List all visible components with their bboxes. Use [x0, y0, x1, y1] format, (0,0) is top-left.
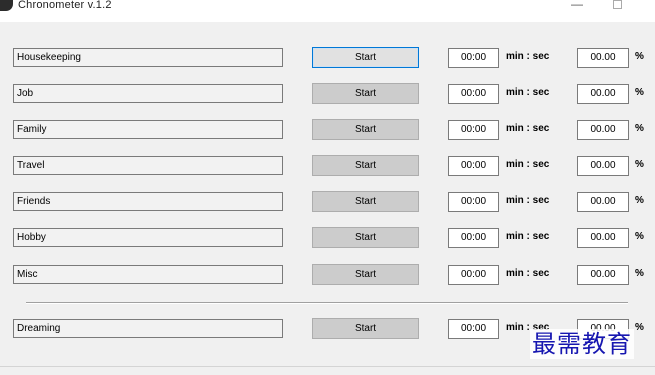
percent-display[interactable]: 00.00	[577, 120, 629, 140]
percent-display[interactable]: 00.00	[577, 48, 629, 68]
activity-row-misc: Start 00:00 min : sec 00.00 %	[0, 264, 655, 286]
minimize-button[interactable]: —	[565, 0, 589, 12]
maximize-button[interactable]	[605, 0, 629, 12]
activity-row-job: Start 00:00 min : sec 00.00 %	[0, 83, 655, 105]
time-display[interactable]: 00:00	[448, 265, 499, 285]
percent-display[interactable]: 00.00	[577, 228, 629, 248]
activity-name-input[interactable]	[13, 319, 283, 338]
time-display[interactable]: 00:00	[448, 48, 499, 68]
percent-display[interactable]: 00.00	[577, 156, 629, 176]
percent-sign: %	[635, 231, 644, 242]
percent-sign: %	[635, 123, 644, 134]
activity-row-travel: Start 00:00 min : sec 00.00 %	[0, 155, 655, 177]
start-button[interactable]: Start	[312, 191, 419, 212]
unit-label: min : sec	[506, 51, 550, 62]
app-icon	[0, 0, 13, 11]
activity-row-housekeeping: Start 00:00 min : sec 00.00 %	[0, 47, 655, 69]
unit-label: min : sec	[506, 231, 550, 242]
separator-line	[26, 302, 628, 304]
percent-sign: %	[635, 159, 644, 170]
percent-display[interactable]: 00.00	[577, 192, 629, 212]
percent-display[interactable]: 00.00	[577, 84, 629, 104]
window-title: Chronometer v.1.2	[18, 0, 112, 11]
watermark-text: 最需教育	[530, 329, 634, 359]
percent-display[interactable]: 00.00	[577, 265, 629, 285]
time-display[interactable]: 00:00	[448, 192, 499, 212]
percent-sign: %	[635, 322, 644, 333]
activity-name-input[interactable]	[13, 84, 283, 103]
activity-name-input[interactable]	[13, 265, 283, 284]
activity-name-input[interactable]	[13, 156, 283, 175]
start-button[interactable]: Start	[312, 155, 419, 176]
maximize-icon	[612, 0, 622, 9]
activity-row-friends: Start 00:00 min : sec 00.00 %	[0, 191, 655, 213]
time-display[interactable]: 00:00	[448, 319, 499, 339]
unit-label: min : sec	[506, 159, 550, 170]
unit-label: min : sec	[506, 195, 550, 206]
percent-sign: %	[635, 87, 644, 98]
percent-sign: %	[635, 268, 644, 279]
percent-sign: %	[635, 51, 644, 62]
start-button[interactable]: Start	[312, 83, 419, 104]
activity-name-input[interactable]	[13, 228, 283, 247]
time-display[interactable]: 00:00	[448, 228, 499, 248]
unit-label: min : sec	[506, 123, 550, 134]
status-border	[0, 366, 655, 367]
percent-sign: %	[635, 195, 644, 206]
start-button[interactable]: Start	[312, 119, 419, 140]
activity-row-hobby: Start 00:00 min : sec 00.00 %	[0, 227, 655, 249]
unit-label: min : sec	[506, 87, 550, 98]
time-display[interactable]: 00:00	[448, 84, 499, 104]
title-bar: Chronometer v.1.2 —	[0, 0, 655, 22]
start-button[interactable]: Start	[312, 227, 419, 248]
unit-label: min : sec	[506, 268, 550, 279]
start-button[interactable]: Start	[312, 264, 419, 285]
activity-name-input[interactable]	[13, 120, 283, 139]
start-button[interactable]: Start	[312, 318, 419, 339]
activity-name-input[interactable]	[13, 192, 283, 211]
activity-name-input[interactable]	[13, 48, 283, 67]
time-display[interactable]: 00:00	[448, 120, 499, 140]
activity-row-family: Start 00:00 min : sec 00.00 %	[0, 119, 655, 141]
start-button[interactable]: Start	[312, 47, 419, 68]
time-display[interactable]: 00:00	[448, 156, 499, 176]
